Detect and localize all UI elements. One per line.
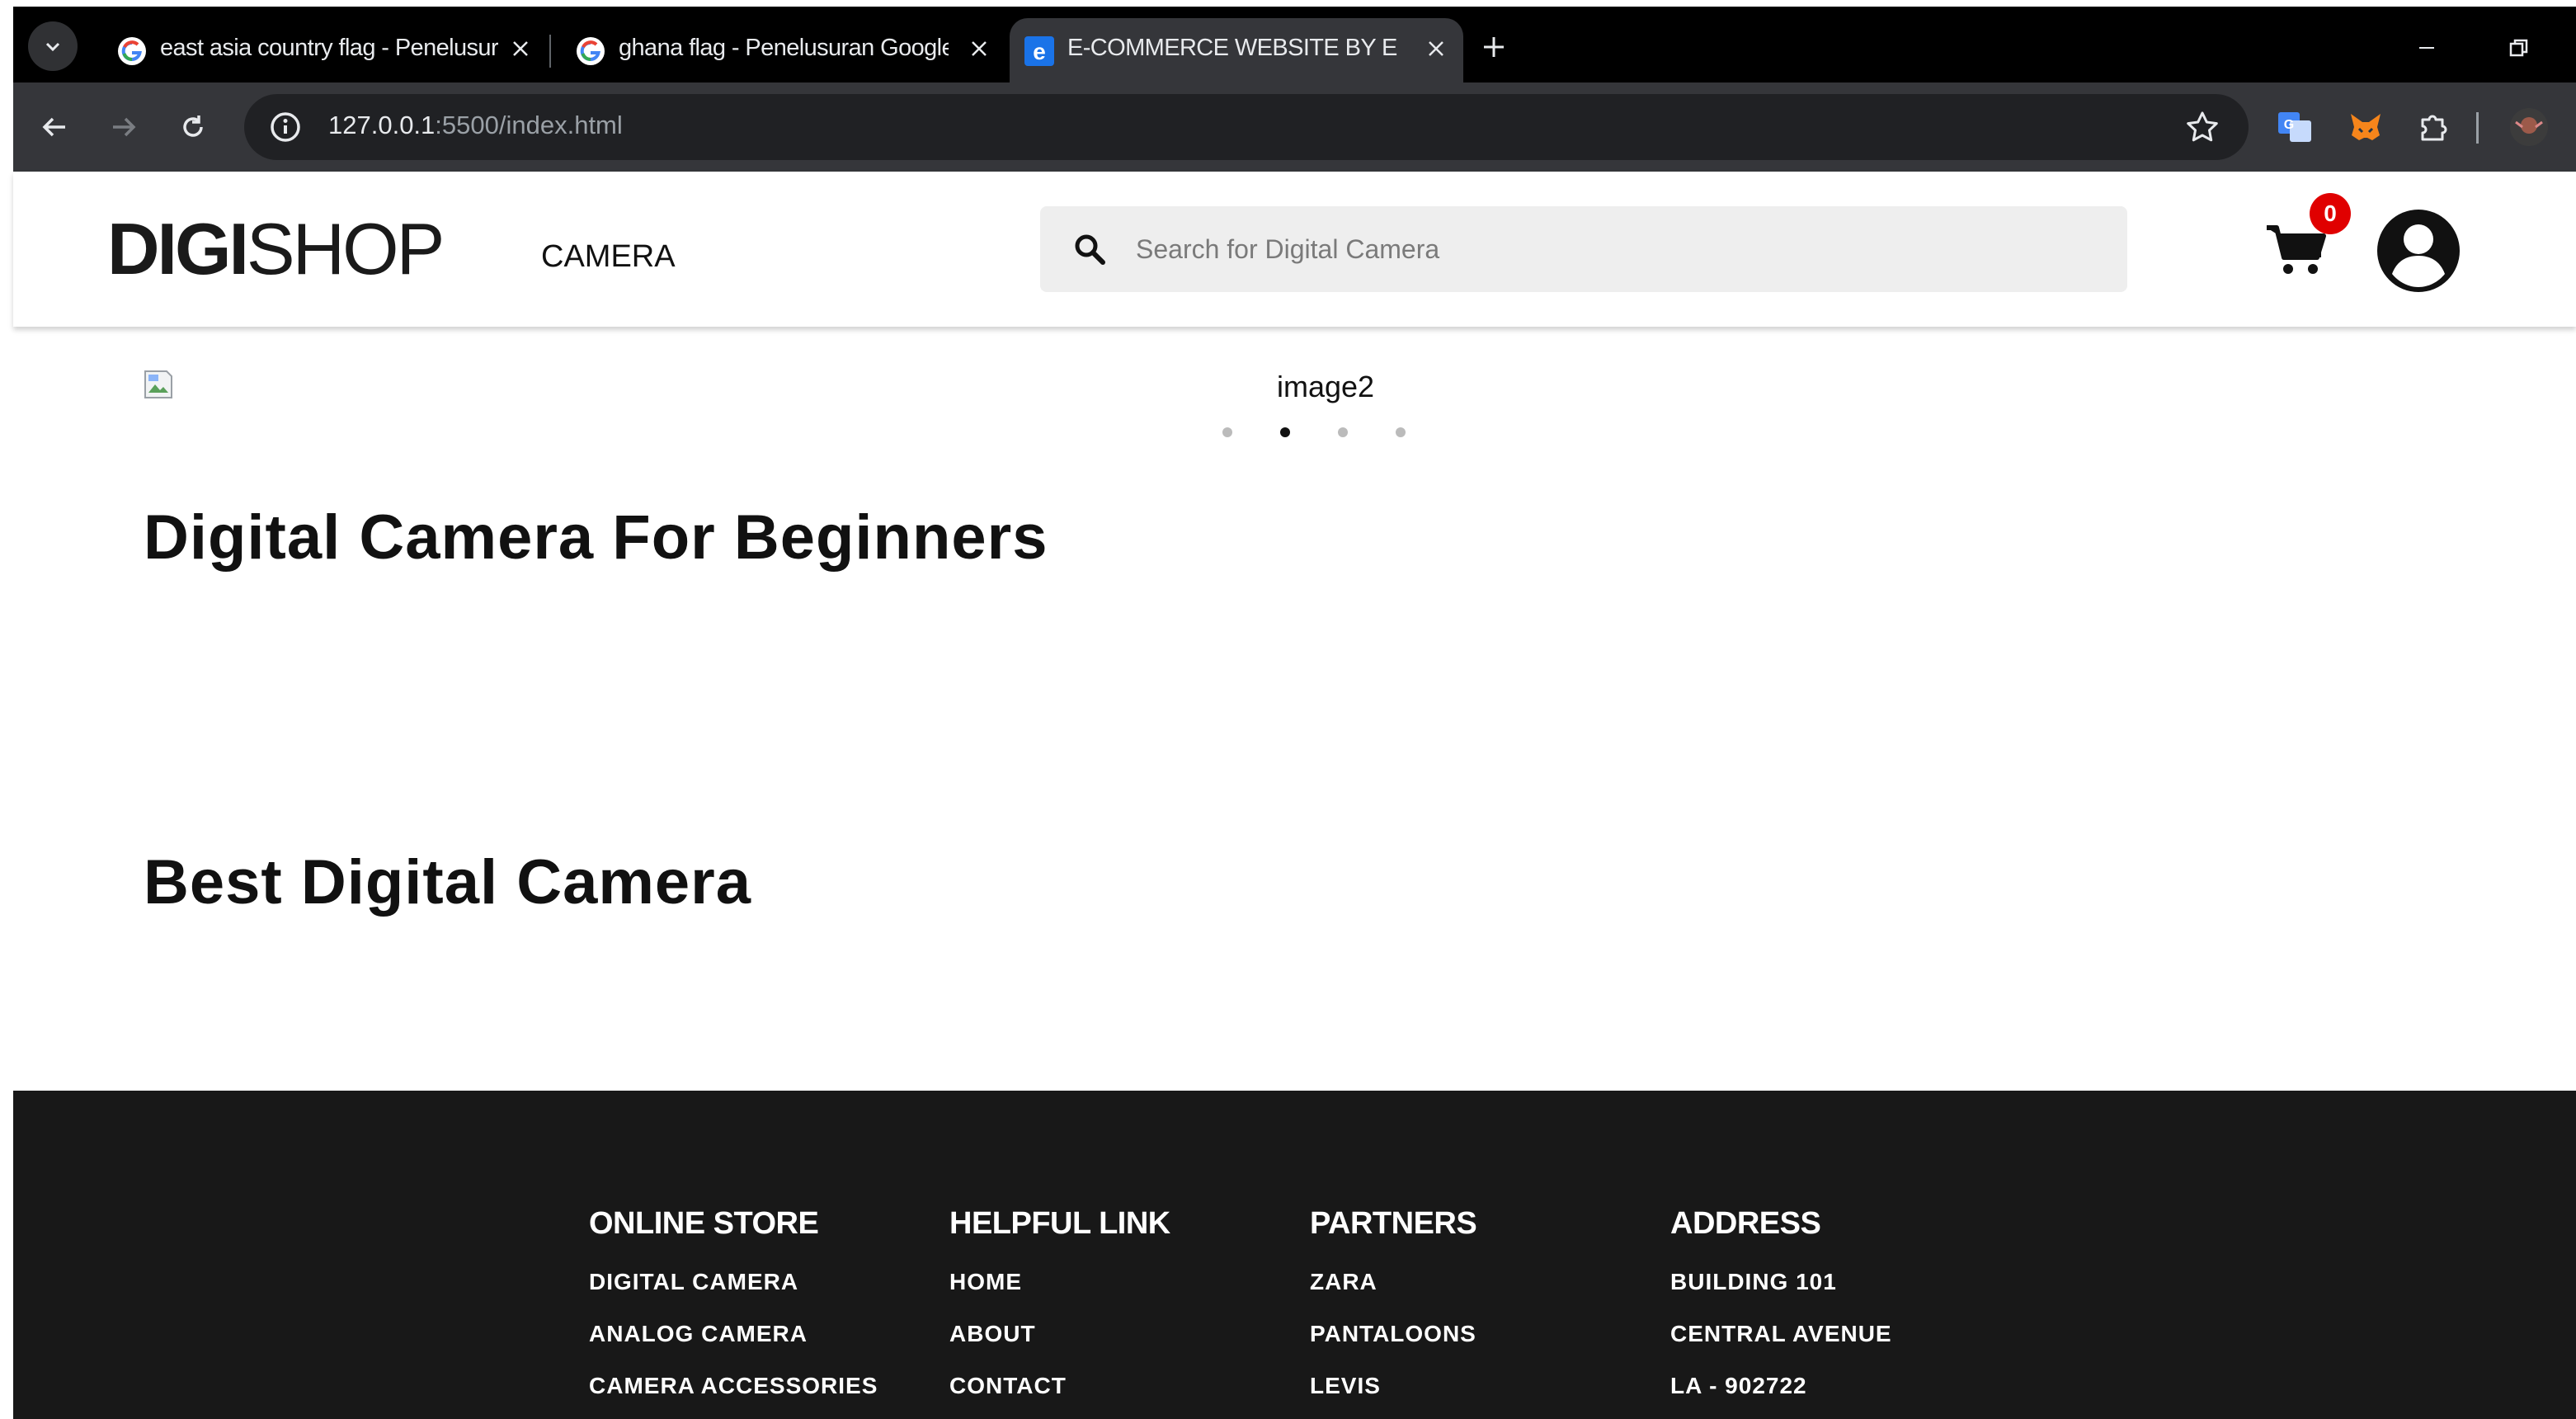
- footer-column-address: ADDRESS BUILDING 101 CENTRAL AVENUE LA -…: [1670, 1206, 2017, 1410]
- slider-dot[interactable]: [1280, 427, 1290, 437]
- info-icon[interactable]: [269, 111, 302, 144]
- logo-light-text: SHOP: [246, 208, 445, 290]
- slider-dot[interactable]: [1222, 427, 1232, 437]
- close-icon[interactable]: [1417, 30, 1455, 68]
- metamask-extension-button[interactable]: [2346, 107, 2385, 147]
- search-input[interactable]: [1136, 226, 2084, 272]
- cart-count-badge: 0: [2310, 193, 2351, 234]
- footer-link[interactable]: ABOUT: [949, 1306, 1296, 1358]
- plus-icon: [1484, 37, 1504, 57]
- footer-heading: ADDRESS: [1670, 1206, 1821, 1241]
- footer-link[interactable]: CAMERA ACCESSORIES: [589, 1358, 935, 1410]
- footer-link[interactable]: ANALOG CAMERA: [589, 1306, 935, 1358]
- profile-button[interactable]: [2509, 107, 2549, 147]
- forward-button[interactable]: [101, 104, 147, 150]
- slider-dot[interactable]: [1396, 427, 1406, 437]
- section-title-beginners: Digital Camera For Beginners: [144, 502, 1048, 573]
- tab-title: ghana flag - Penelusuran Google: [619, 35, 949, 61]
- fox-icon: [2351, 114, 2381, 140]
- broken-image-icon: [144, 370, 172, 398]
- arrow-left-icon: [42, 117, 65, 137]
- user-account-icon[interactable]: [2374, 206, 2463, 295]
- extensions-button[interactable]: [2415, 107, 2455, 147]
- reload-icon: [183, 116, 203, 137]
- toolbar-separator: [2476, 112, 2479, 144]
- browser-tab-1[interactable]: east asia country flag - Penelusuran Goo…: [102, 18, 548, 82]
- browser-tab-2[interactable]: ghana flag - Penelusuran Google: [561, 18, 1006, 82]
- url-text: 127.0.0.1:5500/index.html: [328, 111, 623, 140]
- slider-dot[interactable]: [1338, 427, 1348, 437]
- footer-link[interactable]: CONTACT: [949, 1358, 1296, 1410]
- site-header: DIGISHOP CAMERA 0: [13, 172, 2576, 327]
- restore-button[interactable]: [2494, 23, 2544, 73]
- back-button[interactable]: [31, 104, 78, 150]
- footer-heading: HELPFUL LINK: [949, 1206, 1170, 1241]
- address-bar[interactable]: 127.0.0.1:5500/index.html: [244, 94, 2249, 160]
- puzzle-icon: [2421, 115, 2447, 141]
- google-icon: [118, 37, 146, 65]
- profile-avatar-icon: [2510, 108, 2548, 146]
- nav-camera-link[interactable]: CAMERA: [541, 239, 676, 275]
- footer-link[interactable]: PANTALOONS: [1310, 1306, 1656, 1358]
- footer-link[interactable]: DIGITAL CAMERA: [589, 1254, 935, 1306]
- footer-link[interactable]: HOME: [949, 1254, 1296, 1306]
- star-icon[interactable]: [2184, 109, 2220, 145]
- svg-text:G: G: [2284, 118, 2294, 132]
- site-logo[interactable]: DIGISHOP: [107, 213, 445, 285]
- reload-button[interactable]: [170, 104, 216, 150]
- slider-dots: [1213, 424, 1410, 441]
- footer-column-helpful-link: HELPFUL LINK HOME ABOUT CONTACT: [949, 1206, 1296, 1410]
- tab-separator: [549, 35, 551, 68]
- footer-link[interactable]: LEVIS: [1310, 1358, 1656, 1410]
- footer-address-line: CENTRAL AVENUE: [1670, 1321, 1892, 1346]
- google-icon: [577, 37, 605, 65]
- new-tab-button[interactable]: [1473, 26, 1514, 68]
- section-title-best: Best Digital Camera: [144, 847, 752, 917]
- svg-text:e: e: [1033, 39, 1046, 64]
- ie-logo-icon: e: [1024, 36, 1054, 66]
- footer-address-line: BUILDING 101: [1670, 1269, 1837, 1294]
- browser-toolbar: 127.0.0.1:5500/index.html G: [13, 82, 2576, 172]
- logo-bold-text: DIGI: [107, 208, 249, 290]
- footer-column-partners: PARTNERS ZARA PANTALOONS LEVIS: [1310, 1206, 1656, 1410]
- tab-title: east asia country flag - Penelusuran Goo…: [160, 35, 498, 61]
- tab-search-button[interactable]: [28, 21, 78, 71]
- browser-tab-3-active[interactable]: e E-COMMERCE WEBSITE BY EDY: [1010, 18, 1463, 82]
- search-box: [1040, 206, 2127, 292]
- close-icon[interactable]: [960, 30, 998, 68]
- restore-icon: [2509, 39, 2528, 57]
- footer-heading: ONLINE STORE: [589, 1206, 819, 1241]
- site-footer: ONLINE STORE DIGITAL CAMERA ANALOG CAMER…: [13, 1091, 2576, 1419]
- minimize-icon: [2419, 47, 2434, 49]
- footer-column-online-store: ONLINE STORE DIGITAL CAMERA ANALOG CAMER…: [589, 1206, 935, 1410]
- browser-tab-strip: east asia country flag - Penelusuran Goo…: [13, 7, 2576, 82]
- footer-heading: PARTNERS: [1310, 1206, 1477, 1241]
- url-host: 127.0.0.1: [328, 111, 436, 139]
- tab-title: E-COMMERCE WEBSITE BY EDY: [1067, 35, 1397, 61]
- search-icon[interactable]: [1073, 233, 1106, 266]
- translate-extension-button[interactable]: G: [2275, 107, 2315, 147]
- close-icon[interactable]: [502, 30, 539, 68]
- slider-image-alt-text: image2: [1277, 370, 1375, 403]
- arrow-right-icon: [113, 117, 136, 137]
- footer-address-line: LA - 902722: [1670, 1373, 1807, 1398]
- translate-icon: G: [2278, 112, 2311, 142]
- chevron-down-icon: [45, 42, 60, 52]
- url-path: :5500/index.html: [435, 111, 623, 139]
- minimize-button[interactable]: [2402, 23, 2451, 73]
- footer-link[interactable]: ZARA: [1310, 1254, 1656, 1306]
